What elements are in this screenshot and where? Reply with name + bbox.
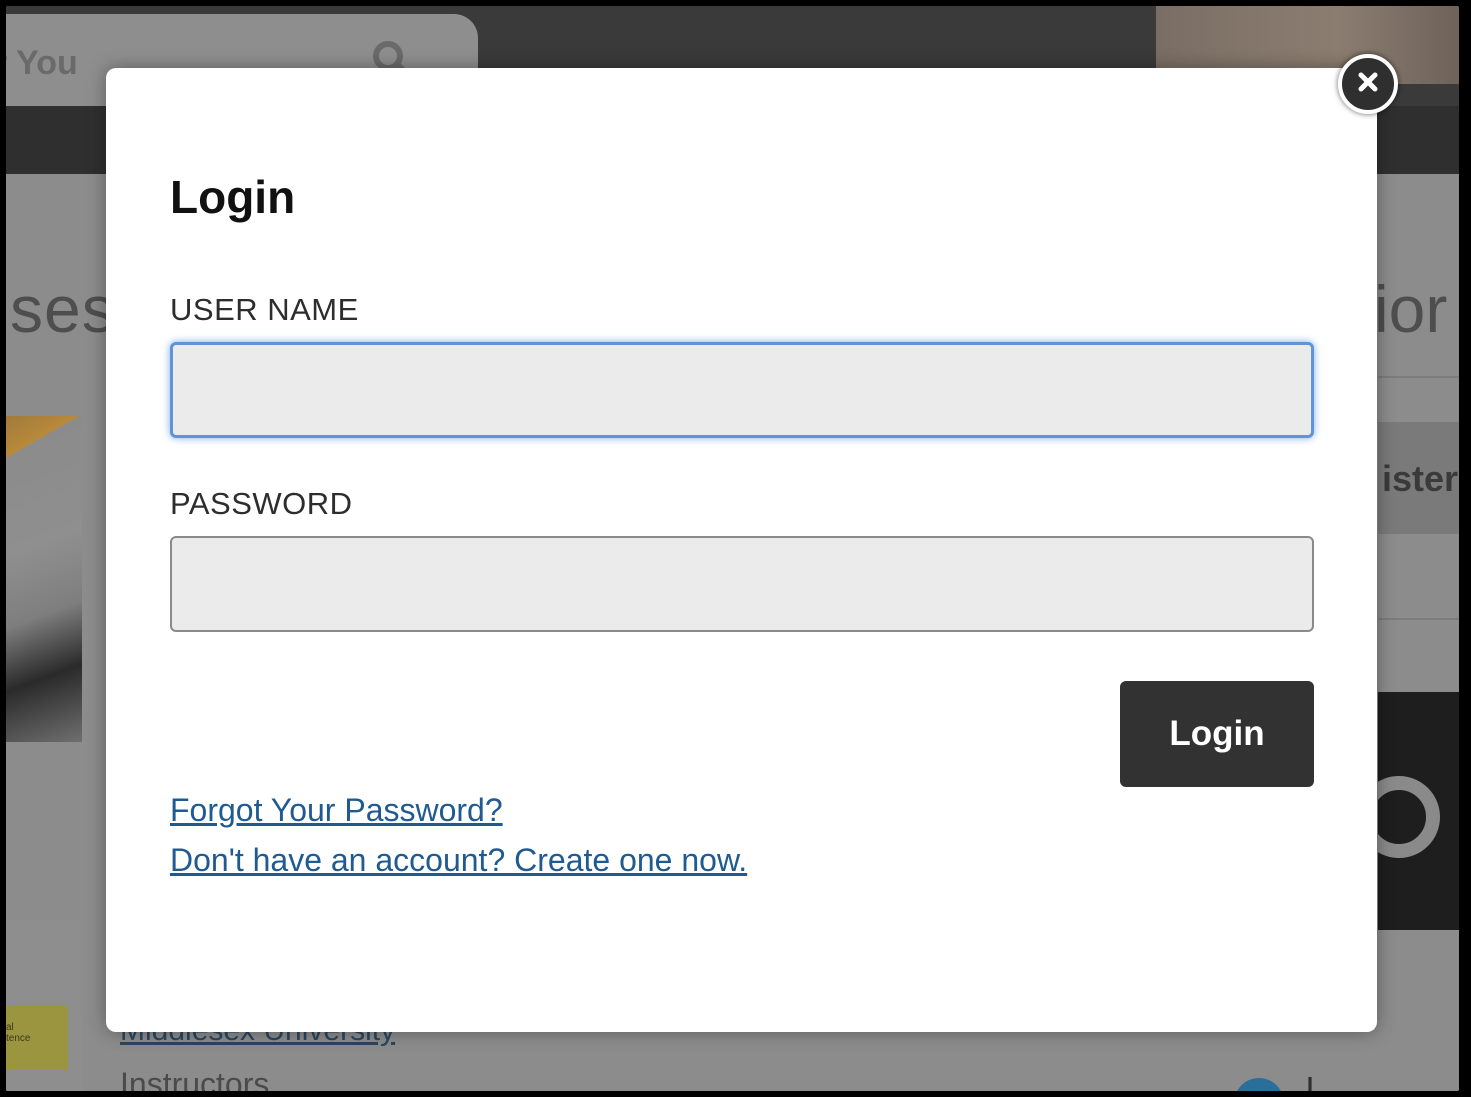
browser-viewport: r You ses ior ister al tence Middlesex U… bbox=[6, 6, 1459, 1091]
background-heading-left: ses bbox=[10, 272, 116, 346]
forgot-password-link[interactable]: Forgot Your Password? bbox=[170, 792, 503, 829]
login-button[interactable]: Login bbox=[1120, 681, 1314, 787]
login-modal: Login USER NAME PASSWORD Login Forgot Yo… bbox=[106, 68, 1377, 1032]
background-badge-line: tence bbox=[6, 1033, 31, 1044]
background-search-text: r You bbox=[6, 44, 78, 82]
background-logo-text: l bbox=[1306, 1070, 1314, 1091]
password-label: PASSWORD bbox=[170, 486, 353, 521]
create-account-link[interactable]: Don't have an account? Create one now. bbox=[170, 842, 747, 879]
background-heading-right: ior bbox=[1374, 272, 1448, 346]
background-register-text: ister bbox=[1382, 458, 1459, 499]
username-label: USER NAME bbox=[170, 292, 359, 327]
background-divider bbox=[1378, 376, 1459, 378]
background-instructors-heading: Instructors bbox=[120, 1066, 270, 1091]
background-divider bbox=[1378, 618, 1459, 620]
background-badge: al tence bbox=[6, 1006, 68, 1070]
close-icon bbox=[1355, 69, 1381, 100]
password-input[interactable] bbox=[170, 536, 1314, 632]
background-pencil-image-detail bbox=[6, 416, 82, 476]
username-input[interactable] bbox=[170, 342, 1314, 438]
background-badge-line: al bbox=[6, 1022, 14, 1033]
modal-title: Login bbox=[170, 171, 296, 223]
close-modal-button[interactable] bbox=[1338, 54, 1398, 114]
